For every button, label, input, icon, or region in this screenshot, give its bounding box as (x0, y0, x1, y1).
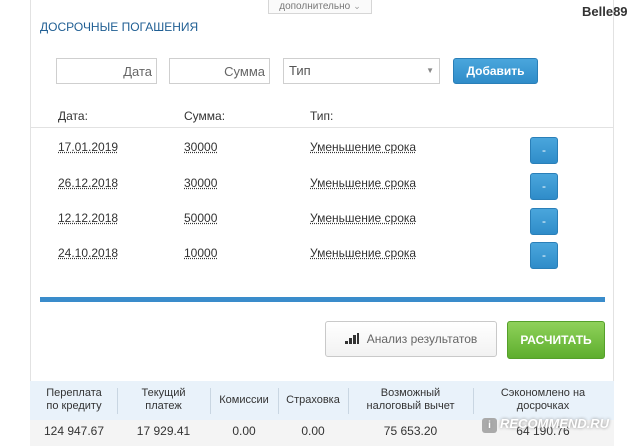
summary-header-tax-deduction: Возможный налоговый вычет (366, 387, 455, 412)
summary-header-fees: Комиссии (219, 394, 269, 406)
extra-options-label: дополнительно (279, 1, 351, 12)
row-type[interactable]: Уменьшение срока (310, 246, 416, 260)
add-button[interactable]: Добавить (453, 58, 538, 84)
summary-value-insurance: 0.00 (301, 424, 325, 438)
row-sum[interactable]: 30000 (184, 140, 217, 154)
chevron-down-icon: ⌄ (353, 1, 361, 11)
summary-value-payment: 17 929.41 (136, 424, 191, 438)
analyze-results-button[interactable]: Анализ результатов (325, 321, 497, 357)
remove-row-button[interactable]: - (530, 208, 558, 235)
type-select[interactable]: Тип ▼ (283, 58, 440, 84)
analyze-results-label: Анализ результатов (366, 332, 478, 346)
section-title: ДОСРОЧНЫЕ ПОГАШЕНИЯ (40, 20, 199, 34)
watermark: i RECOMMEND.RU (482, 412, 628, 436)
header-divider (30, 127, 614, 128)
row-type[interactable]: Уменьшение срока (310, 176, 416, 190)
type-select-value: Тип (289, 63, 311, 78)
remove-row-button[interactable]: - (530, 173, 558, 200)
row-date[interactable]: 12.12.2018 (58, 211, 118, 225)
row-sum[interactable]: 30000 (184, 176, 217, 190)
summary-value-tax-deduction: 75 653.20 (383, 424, 438, 438)
column-header-sum: Сумма: (184, 109, 226, 123)
row-date[interactable]: 24.10.2018 (58, 246, 118, 260)
row-sum[interactable]: 10000 (184, 246, 217, 260)
section-divider-bar (40, 297, 605, 302)
username: Belle89 (582, 4, 628, 19)
column-header-date: Дата: (58, 109, 88, 123)
date-input[interactable] (56, 58, 157, 84)
bar-chart-icon (344, 333, 359, 344)
summary-value-fees: 0.00 (232, 424, 256, 438)
column-header-type: Тип: (310, 109, 334, 123)
row-type[interactable]: Уменьшение срока (310, 140, 416, 154)
remove-row-button[interactable]: - (530, 137, 558, 164)
summary-header-saved: Сэкономлено на досрочках (500, 387, 586, 412)
sum-input[interactable] (169, 58, 270, 84)
watermark-icon: i (482, 418, 497, 433)
row-sum[interactable]: 50000 (184, 211, 217, 225)
summary-value-overpayment: 124 947.67 (43, 424, 105, 438)
dropdown-arrow-icon: ▼ (426, 66, 434, 75)
summary-header-overpayment: Переплата по кредиту (46, 387, 102, 412)
row-type[interactable]: Уменьшение срока (310, 211, 416, 225)
extra-options-tab[interactable]: дополнительно ⌄ (268, 0, 372, 14)
row-date[interactable]: 17.01.2019 (58, 140, 118, 154)
watermark-text: RECOMMEND.RU (500, 416, 610, 431)
calculate-button[interactable]: РАСЧИТАТЬ (507, 321, 605, 359)
remove-row-button[interactable]: - (530, 242, 558, 269)
summary-header-payment: Текущий платеж (141, 387, 186, 412)
summary-header-insurance: Страховка (286, 394, 340, 406)
row-date[interactable]: 26.12.2018 (58, 176, 118, 190)
